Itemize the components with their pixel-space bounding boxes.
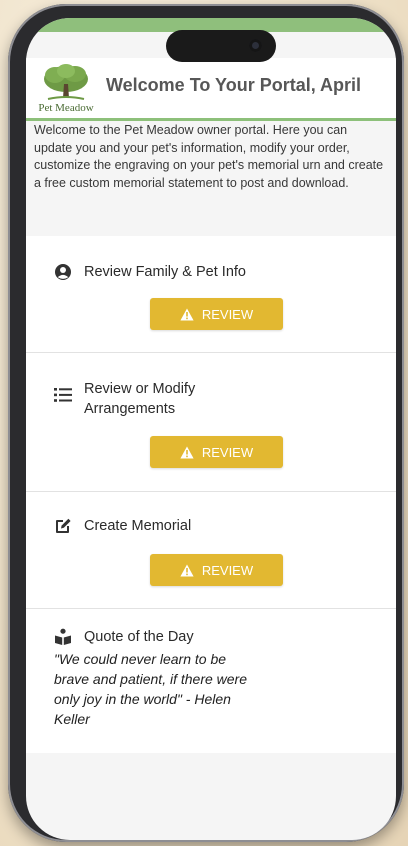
card-title: Quote of the Day (84, 629, 194, 645)
card-create-memorial: Create Memorial REVIEW (26, 491, 396, 608)
warning-icon (180, 308, 194, 321)
card-family-pet-info: Review Family & Pet Info REVIEW (26, 236, 396, 352)
quote-text: "We could never learn to be brave and pa… (54, 651, 248, 727)
pet-meadow-logo[interactable]: Pet Meadow (34, 62, 94, 116)
card-quote-of-the-day: Quote of the Day "We could never learn t… (26, 608, 396, 753)
review-arrangements-button[interactable]: REVIEW (150, 436, 283, 468)
card-title: Review or Modify Arrangements (84, 381, 196, 417)
warning-icon (180, 446, 194, 459)
card-title: Review Family & Pet Info (84, 264, 246, 280)
card-header: Review Family & Pet Info (54, 262, 246, 282)
create-memorial-button[interactable]: REVIEW (150, 554, 283, 586)
card-arrangements: Review or Modify Arrangements REVIEW (26, 352, 396, 491)
dynamic-island (166, 30, 276, 62)
button-label: REVIEW (201, 444, 254, 460)
reader-icon (54, 628, 72, 646)
phone-screen: Pet Meadow Welcome To Your Portal, April… (26, 18, 396, 840)
camera-icon (249, 39, 262, 52)
card-title: Create Memorial (84, 518, 192, 534)
portal-header: Pet Meadow Welcome To Your Portal, April (26, 58, 396, 121)
page-title: Welcome To Your Portal, April (106, 75, 362, 95)
button-label: REVIEW (201, 306, 254, 322)
logo-text: Pet Meadow (38, 102, 94, 114)
intro-text: Welcome to the Pet Meadow owner portal. … (34, 123, 384, 190)
warning-icon (180, 564, 194, 577)
phone-frame: Pet Meadow Welcome To Your Portal, April… (8, 4, 404, 842)
user-circle-icon (54, 263, 72, 281)
review-family-button[interactable]: REVIEW (150, 298, 283, 330)
card-header: Create Memorial (54, 516, 191, 536)
portal-cards: Review Family & Pet Info REVIEW Review o… (26, 236, 396, 753)
card-header: Review or Modify Arrangements (54, 379, 234, 419)
card-header: Quote of the Day (54, 627, 194, 647)
list-icon (54, 387, 72, 405)
button-label: REVIEW (201, 562, 254, 578)
edit-icon (54, 517, 72, 535)
tree-icon (44, 64, 88, 100)
